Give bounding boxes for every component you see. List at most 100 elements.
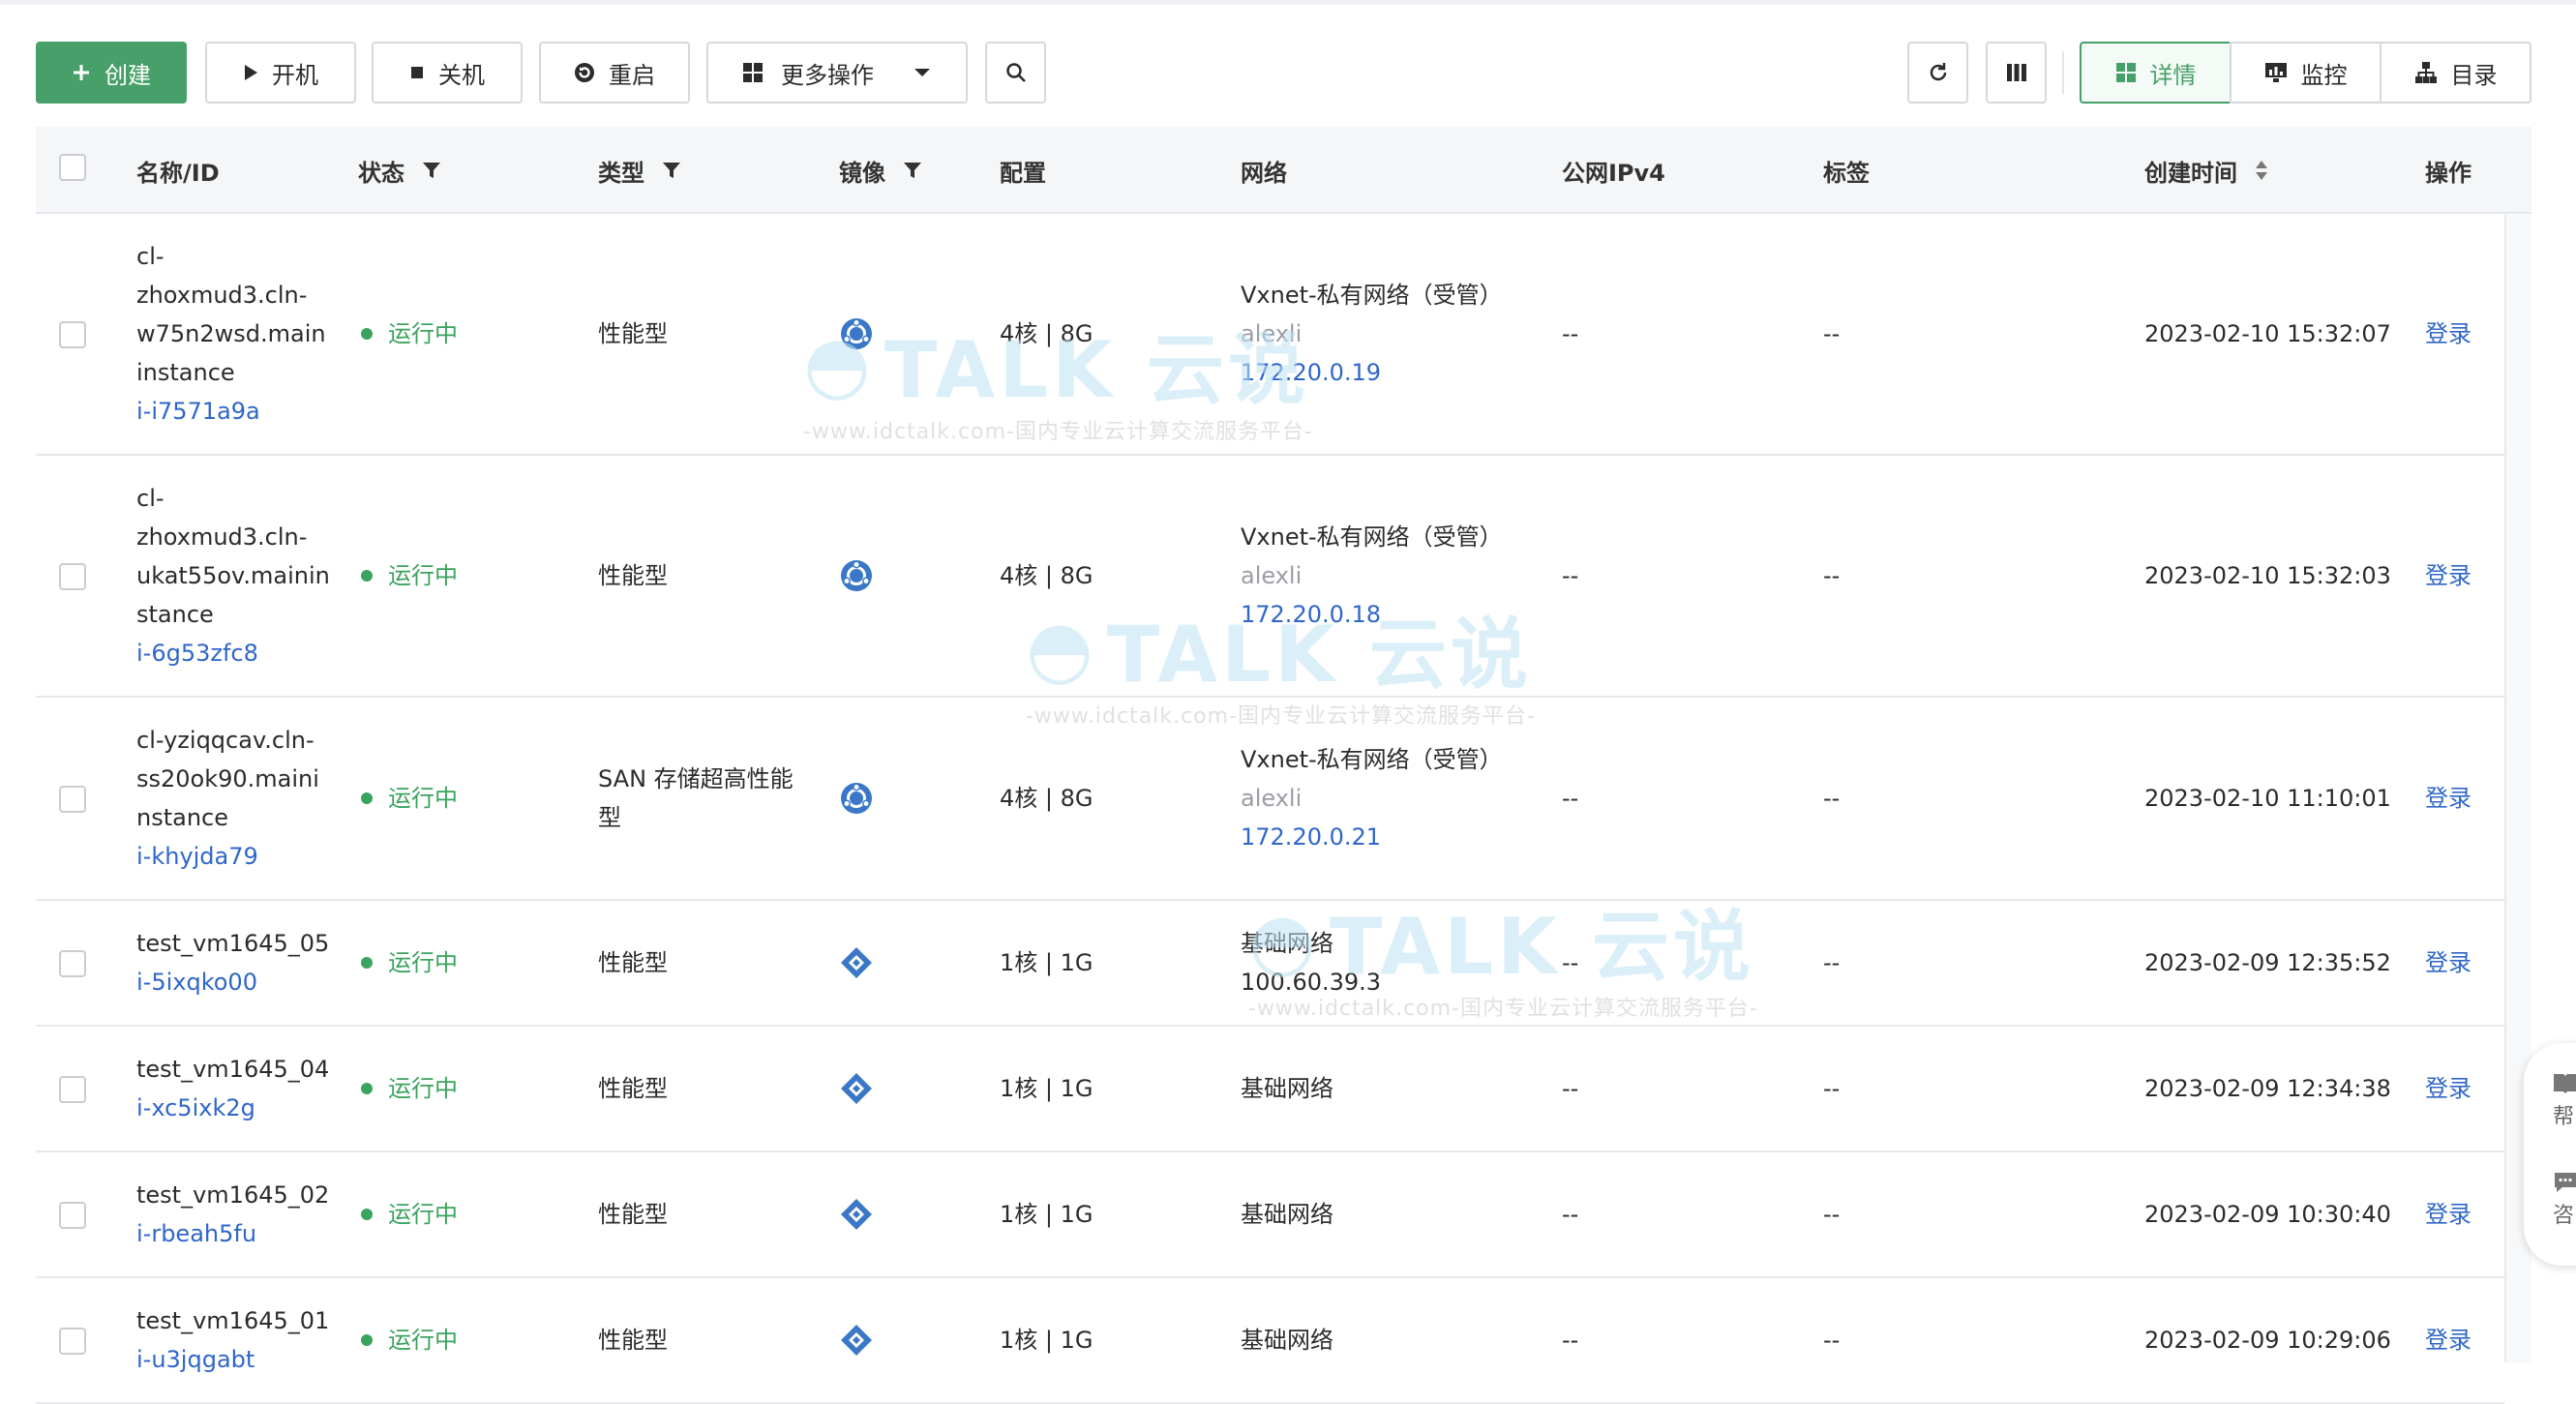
row-checkbox[interactable] [59,1328,86,1355]
status-text: 运行中 [388,949,458,976]
created-time: 2023-02-10 15:32:07 [2144,320,2391,347]
tags-text: -- [1823,562,1841,589]
column-header-network-label: 网络 [1241,159,1287,187]
table-row[interactable]: test_vm1645_02 i-rbeah5fu 运行中 性能型 1核 | 1G 基础网… [36,1152,2504,1278]
diamond-os-icon [841,947,872,978]
created-time: 2023-02-10 15:32:03 [2144,562,2391,589]
instance-name-line: instance [136,359,235,386]
instance-id-link[interactable]: i-rbeah5fu [136,1214,349,1253]
login-link[interactable]: 登录 [2425,1321,2502,1359]
login-link[interactable]: 登录 [2425,556,2502,595]
more-actions-label: 更多操作 [781,61,874,89]
grid-icon [743,63,763,82]
cell-status: 运行中 [361,1027,584,1150]
instance-id-link[interactable]: i-5ixqko00 [136,963,349,1001]
more-actions-dropdown[interactable]: 更多操作 [706,42,968,104]
consult-button[interactable]: 咨 [2553,1171,2576,1229]
row-checkbox[interactable] [59,321,86,348]
cell-status: 运行中 [361,456,584,696]
filter-icon[interactable] [422,161,441,180]
row-checkbox[interactable] [59,786,86,813]
row-checkbox[interactable] [59,563,86,590]
stop-button[interactable]: 关机 [372,42,523,104]
table-row[interactable]: test_vm1645_05 i-5ixqko00 运行中 性能型 1核 | 1G 基础网… [36,901,2504,1027]
login-link[interactable]: 登录 [2425,779,2502,818]
refresh-button[interactable] [1907,42,1968,104]
column-settings-button[interactable] [1986,42,2047,104]
cell-type: 性能型 [598,901,821,1025]
instance-id-link[interactable]: i-6g53zfc8 [136,634,349,672]
ipv4-text: -- [1562,1075,1579,1102]
create-button[interactable]: 创建 [36,42,187,104]
restart-button[interactable]: 重启 [539,42,690,104]
cell-created: 2023-02-09 12:34:38 [2144,1027,2415,1150]
login-link[interactable]: 登录 [2425,1069,2502,1108]
columns-icon [2006,64,2026,81]
cell-name: test_vm1645_01 i-u3jqgabt [136,1278,349,1402]
row-checkbox[interactable] [59,950,86,977]
status-text: 运行中 [388,1201,458,1228]
row-checkbox[interactable] [59,1202,86,1229]
diamond-os-icon [841,1325,872,1356]
chevron-down-icon [914,69,930,76]
table-row[interactable]: cl-yziqqcav.cln-ss20ok90.maini nstance i-k… [36,698,2504,901]
tags-text: -- [1823,1075,1841,1102]
select-all-checkbox[interactable] [59,154,86,181]
cell-name: test_vm1645_04 i-xc5ixk2g [136,1027,349,1150]
column-header-name: 名称/ID [136,127,220,214]
help-button[interactable]: 帮 [2553,1072,2576,1130]
instance-id-link[interactable]: i-khyjda79 [136,837,349,876]
tags-text: -- [1823,949,1841,976]
column-header-action-label: 操作 [2425,159,2471,187]
cell-type: SAN 存储超高性能型 [598,698,821,899]
cell-image [839,901,955,1025]
login-link[interactable]: 登录 [2425,1195,2502,1234]
filter-icon[interactable] [662,161,681,180]
cell-image [839,456,955,696]
network-name: 基础网络 [1241,1201,1333,1228]
view-monitor-button[interactable]: 监控 [2230,42,2381,104]
column-header-status: 状态 [358,127,441,214]
cell-config: 4核 | 8G [1000,214,1222,454]
instance-id-link[interactable]: i-i7571a9a [136,392,349,431]
create-label: 创建 [105,61,151,89]
network-owner: alexli [1241,320,1303,347]
search-button[interactable] [985,42,1046,104]
cell-status: 运行中 [361,1278,584,1402]
network-name: Vxnet-私有网络（受管） [1241,282,1503,309]
instance-id-link[interactable]: i-xc5ixk2g [136,1089,349,1127]
cell-tags: -- [1823,456,2113,696]
column-header-network: 网络 [1241,127,1287,214]
cell-tags: -- [1823,1027,2113,1150]
table-row[interactable]: cl-zhoxmud3.cln-ukat55ov.mainin stance i-6… [36,456,2504,698]
network-ip[interactable]: 172.20.0.19 [1241,353,1550,392]
table-row[interactable]: test_vm1645_04 i-xc5ixk2g 运行中 性能型 1核 | 1G 基础网… [36,1027,2504,1152]
cell-config: 1核 | 1G [1000,1152,1222,1276]
view-detail-button[interactable]: 详情 [2080,42,2232,104]
search-icon [1005,63,1026,82]
sort-icon[interactable] [2255,160,2268,181]
filter-icon[interactable] [903,161,922,180]
cell-name: test_vm1645_05 i-5ixqko00 [136,901,349,1025]
network-ip[interactable]: 172.20.0.21 [1241,818,1550,856]
table-row[interactable]: cl-zhoxmud3.cln-w75n2wsd.main instance i-i… [36,214,2504,456]
view-catalog-button[interactable]: 目录 [2380,42,2531,104]
cell-ipv4: -- [1562,1278,1794,1402]
instance-id-link[interactable]: i-u3jqgabt [136,1340,349,1379]
table-row[interactable]: test_vm1645_01 i-u3jqgabt 运行中 性能型 1核 | 1G 基础网… [36,1278,2504,1404]
column-header-type-label: 类型 [598,159,644,187]
column-header-created-label: 创建时间 [2144,159,2237,187]
ipv4-text: -- [1562,785,1579,812]
network-ip[interactable]: 172.20.0.18 [1241,595,1550,634]
column-header-created[interactable]: 创建时间 [2144,127,2268,214]
row-checkbox[interactable] [59,1076,86,1103]
login-link[interactable]: 登录 [2425,943,2502,982]
cell-type: 性能型 [598,456,821,696]
status-dot-icon [361,957,373,969]
login-link[interactable]: 登录 [2425,314,2502,353]
cell-network: 基础网络 100.60.39.3 [1241,901,1550,1025]
instance-name-line: cl-yziqqcav.cln- [136,727,315,754]
cell-action: 登录 [2425,698,2502,899]
start-button[interactable]: 开机 [205,42,356,104]
table-header: 名称/ID 状态 类型 镜像 配置 网络 公网IPv4 标签 创建时间 操作 [36,127,2531,214]
